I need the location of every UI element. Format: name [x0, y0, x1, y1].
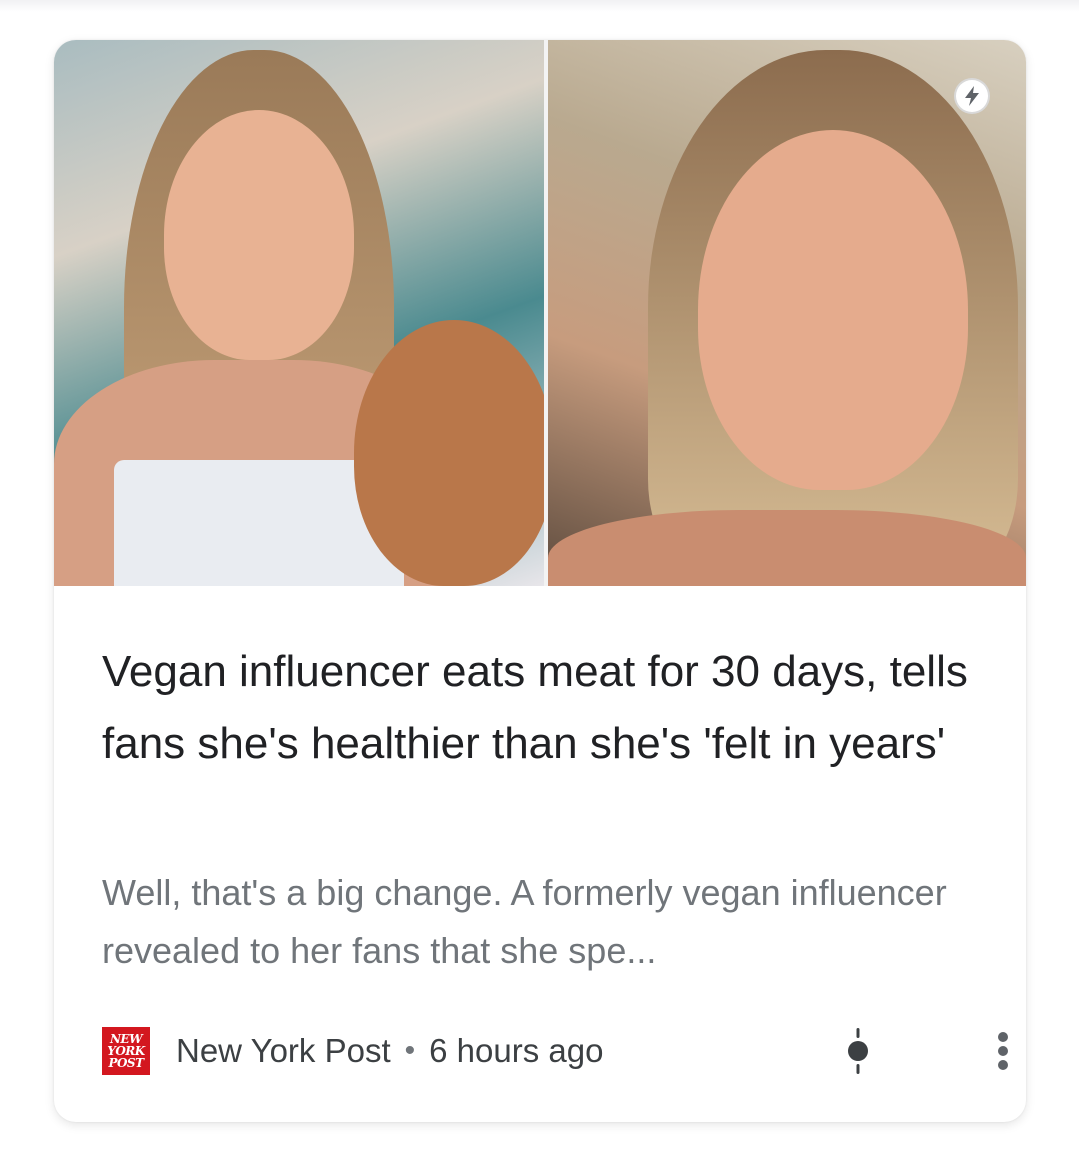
article-image[interactable]: [54, 40, 1026, 586]
image-left-panel: [54, 40, 554, 586]
shoulders-right: [548, 510, 1026, 586]
top-edge-shadow: [0, 0, 1079, 12]
article-headline[interactable]: Vegan influencer eats meat for 30 days, …: [102, 636, 982, 780]
face-shape-right: [698, 130, 968, 490]
lightning-bolt-icon: [965, 86, 979, 106]
published-time: 6 hours ago: [429, 1032, 604, 1069]
article-meta: NEW YORK POST New York Post • 6 hours ag…: [102, 1026, 1008, 1076]
image-right-panel: [548, 40, 1026, 586]
tracking-button[interactable]: [844, 1028, 872, 1074]
more-options-button[interactable]: [988, 1028, 1018, 1074]
more-vertical-icon: [998, 1032, 1008, 1070]
amp-badge: [954, 78, 990, 114]
logo-line-3: POST: [108, 1056, 144, 1070]
publisher-logo: NEW YORK POST: [102, 1027, 150, 1075]
dog-shape: [354, 320, 554, 586]
article-snippet: Well, that's a big change. A formerly ve…: [102, 872, 947, 971]
publisher-name: New York Post: [176, 1032, 391, 1069]
tracking-dot-icon: [848, 1028, 868, 1074]
face-shape-left: [164, 110, 354, 360]
news-card[interactable]: Vegan influencer eats meat for 30 days, …: [54, 40, 1026, 1122]
meta-separator: •: [404, 1034, 416, 1067]
